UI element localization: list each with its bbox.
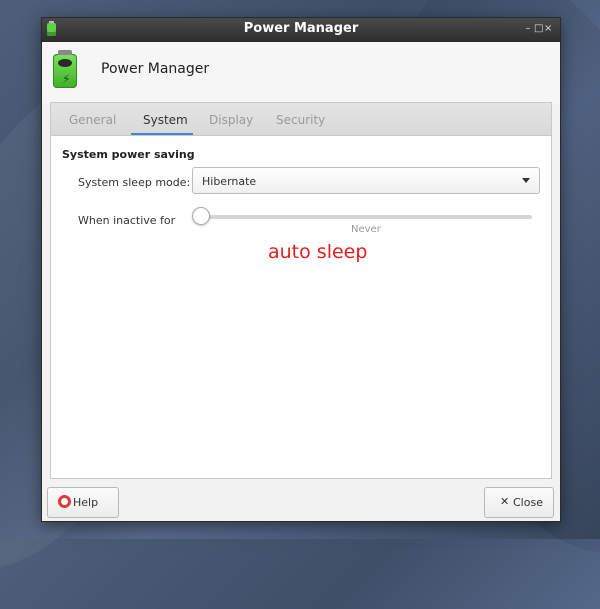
close-icon: ✕	[500, 495, 510, 508]
window-title: Power Manager	[243, 21, 359, 36]
close-button[interactable]: ✕ Close	[484, 487, 554, 518]
system-panel: System power saving System sleep mode: H…	[50, 135, 552, 479]
help-button-label: Help	[73, 496, 99, 509]
window-controls: – □×	[524, 23, 554, 34]
tab-display[interactable]: Display	[209, 113, 253, 127]
annotation-text: auto sleep	[268, 241, 368, 263]
tab-system[interactable]: System	[143, 113, 188, 127]
lifebuoy-icon	[58, 495, 71, 508]
inactive-slider-track[interactable]	[201, 215, 532, 219]
chevron-down-icon	[522, 178, 530, 183]
maximize-button[interactable]: □	[534, 23, 544, 34]
help-button[interactable]: Help	[47, 487, 119, 518]
title-bar[interactable]: Power Manager – □×	[42, 18, 560, 42]
power-manager-window: Power Manager – □× ⚡ Power Manager Genera…	[42, 18, 560, 521]
tab-general[interactable]: General	[69, 113, 116, 127]
inactive-slider-value: Never	[351, 224, 381, 235]
inactive-slider-handle[interactable]	[192, 207, 210, 225]
close-window-button[interactable]: ×	[544, 23, 554, 34]
app-header: ⚡ Power Manager	[42, 42, 560, 104]
battery-icon: ⚡	[53, 50, 77, 88]
sleep-mode-value: Hibernate	[202, 175, 257, 188]
lightning-bolt-icon: ⚡	[62, 72, 71, 86]
inactive-label: When inactive for	[78, 214, 176, 227]
section-title: System power saving	[62, 148, 195, 161]
app-title: Power Manager	[101, 61, 210, 77]
tab-security[interactable]: Security	[276, 113, 325, 127]
minimize-button[interactable]: –	[524, 23, 534, 34]
sleep-mode-dropdown[interactable]: Hibernate	[192, 167, 540, 194]
sleep-mode-label: System sleep mode:	[78, 176, 191, 189]
tab-bar: General System Display Security	[50, 102, 552, 136]
close-button-label: Close	[513, 496, 543, 509]
